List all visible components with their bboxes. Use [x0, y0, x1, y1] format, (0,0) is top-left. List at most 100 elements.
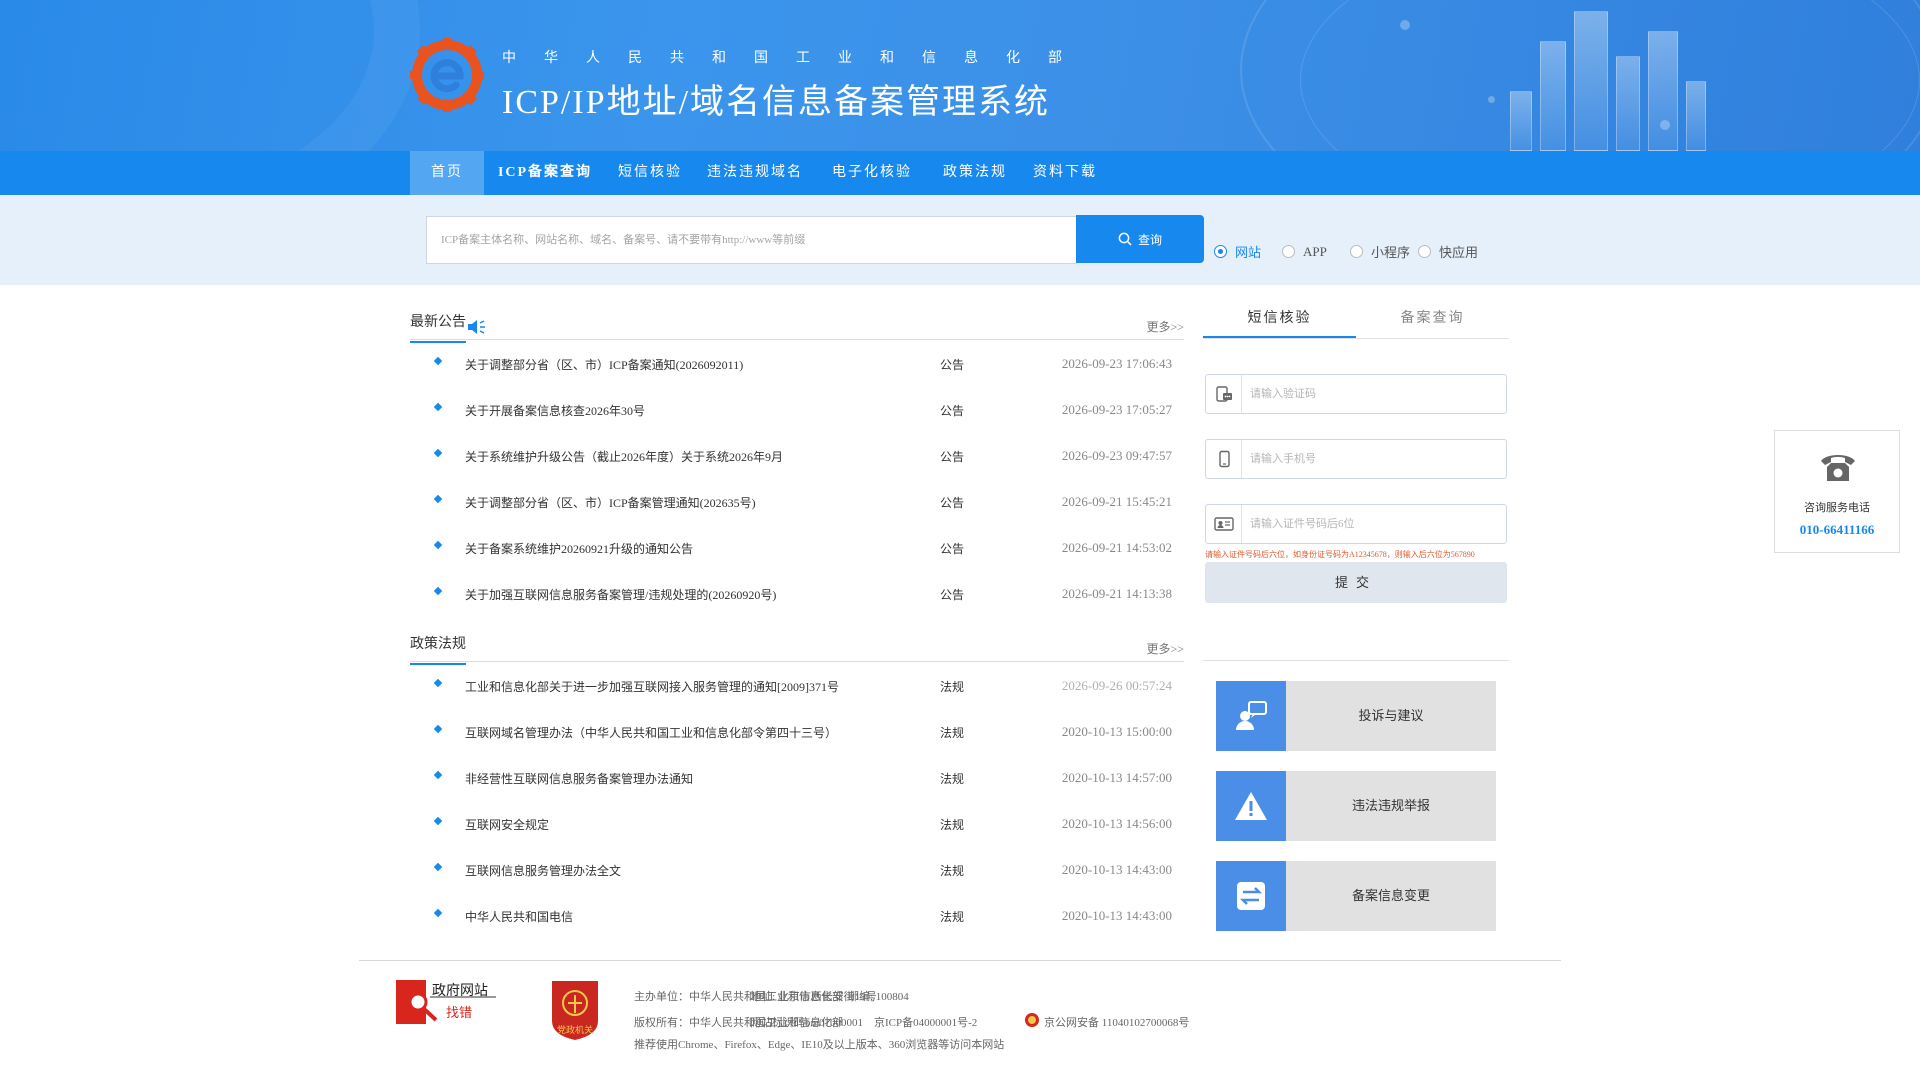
- radio-app[interactable]: APP: [1282, 242, 1350, 261]
- tab-sms-verify[interactable]: 短信核验: [1203, 300, 1356, 338]
- notice-row[interactable]: 关于系统维护升级公告（截止2026年度）关于系统2026年9月 公告 2026-09…: [410, 434, 1184, 480]
- notices-more-link[interactable]: 更多>>: [1146, 318, 1184, 335]
- site-logo-icon: [410, 38, 484, 112]
- policies-more-link[interactable]: 更多>>: [1146, 640, 1184, 657]
- nav-item-sms-verify[interactable]: 短信核验: [606, 151, 694, 195]
- bullet-icon: [433, 862, 443, 872]
- id-number-field[interactable]: [1205, 504, 1507, 544]
- header-subtitle: 中华人民共和国工业和信息化部: [502, 51, 1090, 66]
- bullet-icon: [433, 448, 443, 458]
- radio-circle-icon: [1350, 245, 1363, 258]
- footer-site-id: 网站标识码bm07000001: [750, 1017, 864, 1029]
- radio-circle-icon: [1214, 245, 1227, 258]
- radio-circle-icon: [1282, 245, 1295, 258]
- id-card-icon: [1206, 505, 1242, 543]
- submit-button[interactable]: 提交: [1205, 562, 1507, 603]
- bullet-icon: [433, 816, 443, 826]
- footer-police-link[interactable]: 京公网安备 11040102700068号: [1044, 1014, 1189, 1030]
- footer-icp-link[interactable]: 京ICP备04000001号-2: [874, 1014, 977, 1030]
- report-card[interactable]: 违法违规举报: [1216, 771, 1496, 841]
- radio-mini-program[interactable]: 小程序: [1350, 242, 1418, 261]
- notice-row[interactable]: 关于备案系统维护20260921升级的通知公告 公告 2026-09-21 14:5…: [410, 526, 1184, 572]
- feedback-icon: [1216, 681, 1286, 751]
- policies-header: 政策法规 更多>>: [410, 626, 1184, 665]
- search-button[interactable]: 查询: [1076, 215, 1204, 263]
- bullet-icon: [433, 356, 443, 366]
- change-card-label: 备案信息变更: [1351, 888, 1430, 903]
- sms-code-field[interactable]: [1205, 374, 1507, 414]
- banner-dot: [1488, 96, 1495, 103]
- notice-row[interactable]: 关于调整部分省（区、市）ICP备案通知(2026092011) 公告 2026-09…: [410, 342, 1184, 388]
- search-input[interactable]: ICP备案主体名称、网站名称、域名、备案号、请不要带有http://www等前缀: [426, 216, 1077, 264]
- notices-header: 最新公告 更多>>: [410, 304, 1184, 343]
- feedback-card-label: 投诉与建议: [1358, 708, 1424, 723]
- feedback-card[interactable]: 投诉与建议: [1216, 681, 1496, 751]
- id-number-hint: 请输入证件号码后六位，如身份证号码为A12345678，则输入后六位为56789…: [1205, 550, 1475, 559]
- notices-list: 关于调整部分省（区、市）ICP备案通知(2026092011) 公告 2026-09…: [410, 342, 1184, 618]
- party-gov-logo[interactable]: 党政机关: [548, 977, 602, 1041]
- bullet-icon: [433, 770, 443, 780]
- hotline-label: 咨询服务电话: [1804, 502, 1870, 514]
- mobile-phone-icon: [1206, 440, 1242, 478]
- policies-title: 政策法规: [410, 633, 466, 665]
- notice-row[interactable]: 关于开展备案信息核查2026年30号 公告 2026-09-23 17:05:27: [410, 388, 1184, 434]
- footer-browser-note: 推荐使用Chrome、Firefox、Edge、IE10及以上版本、360浏览器…: [634, 1039, 1005, 1051]
- nav-item-policy[interactable]: 政策法规: [928, 151, 1022, 195]
- search-icon: [1118, 232, 1132, 246]
- verify-tabs: 短信核验 备案查询: [1203, 300, 1509, 339]
- bullet-icon: [433, 724, 443, 734]
- policies-list: 工业和信息化部关于进一步加强互联网接入服务管理的通知[2009]371号 法规 20…: [410, 664, 1184, 940]
- telephone-icon: [1821, 455, 1855, 481]
- mobile-input[interactable]: [1250, 440, 1500, 478]
- bullet-icon: [433, 586, 443, 596]
- bullet-icon: [433, 540, 443, 550]
- banner-decoration: [0, 0, 420, 151]
- hotline-box[interactable]: 咨询服务电话 010-66411166: [1774, 430, 1900, 553]
- policy-row[interactable]: 工业和信息化部关于进一步加强互联网接入服务管理的通知[2009]371号 法规 20…: [410, 664, 1184, 710]
- police-badge-icon: [1025, 1013, 1039, 1027]
- policy-row[interactable]: 中华人民共和国电信 法规 2020-10-13 14:43:00: [410, 894, 1184, 940]
- notices-title: 最新公告: [410, 311, 466, 343]
- header-banner: 中华人民共和国工业和信息化部 ICP/IP地址/域名信息备案管理系统: [0, 0, 1920, 151]
- notice-row[interactable]: 关于加强互联网信息服务备案管理/违规处理的(20260920号) 公告 2026-0…: [410, 572, 1184, 618]
- nav-item-downloads[interactable]: 资料下载: [1022, 151, 1108, 195]
- bullet-icon: [433, 494, 443, 504]
- bullet-icon: [433, 402, 443, 412]
- report-card-label: 违法违规举报: [1351, 798, 1430, 813]
- sms-code-input[interactable]: [1250, 375, 1500, 413]
- transfer-icon: [1216, 861, 1286, 931]
- sms-code-icon: [1206, 375, 1242, 413]
- radio-quick-app[interactable]: 快应用: [1418, 242, 1486, 261]
- nav-item-illegal-domain[interactable]: 违法违规域名: [694, 151, 816, 195]
- city-skyline-decoration: [1470, 0, 1760, 151]
- warning-icon: [1216, 771, 1286, 841]
- notice-row[interactable]: 关于调整部分省（区、市）ICP备案管理通知(202635号) 公告 2026-09-…: [410, 480, 1184, 526]
- radio-circle-icon: [1418, 245, 1431, 258]
- main-nav: 首页 ICP备案查询 短信核验 违法违规域名 电子化核验 政策法规 资料下载: [0, 151, 1920, 195]
- bullet-icon: [433, 908, 443, 918]
- change-card[interactable]: 备案信息变更: [1216, 861, 1496, 931]
- mobile-field[interactable]: [1205, 439, 1507, 479]
- banner-dot: [1400, 20, 1410, 30]
- id-number-input[interactable]: [1250, 505, 1500, 543]
- nav-item-icp-query[interactable]: ICP备案查询: [484, 151, 606, 195]
- page-title: ICP/IP地址/域名信息备案管理系统: [502, 84, 1051, 121]
- policy-row[interactable]: 互联网信息服务管理办法全文 法规 2020-10-13 14:43:00: [410, 848, 1184, 894]
- banner-dot: [1660, 120, 1670, 130]
- gov-site-error-logo[interactable]: 政府网站 找错: [396, 980, 496, 1024]
- policy-row[interactable]: 互联网域名管理办法（中华人民共和国工业和信息化部令第四十三号） 法规 2020-10…: [410, 710, 1184, 756]
- search-button-label: 查询: [1137, 232, 1162, 247]
- hotline-number: 010-66411166: [1799, 522, 1875, 537]
- nav-item-home[interactable]: 首页: [410, 151, 484, 195]
- footer-divider: [359, 960, 1561, 961]
- radio-website[interactable]: 网站: [1214, 242, 1282, 261]
- bullet-icon: [433, 678, 443, 688]
- tab-record-query[interactable]: 备案查询: [1356, 300, 1509, 338]
- nav-item-e-verify[interactable]: 电子化核验: [816, 151, 928, 195]
- policy-row[interactable]: 非经营性互联网信息服务备案管理办法通知 法规 2020-10-13 14:57:00: [410, 756, 1184, 802]
- footer-postcode: 邮编: 100804: [848, 991, 909, 1003]
- search-type-radios: 网站 APP 小程序 快应用: [1214, 242, 1486, 261]
- panel-divider: [1203, 660, 1509, 661]
- policy-row[interactable]: 互联网安全规定 法规 2020-10-13 14:56:00: [410, 802, 1184, 848]
- speaker-icon: [468, 320, 485, 334]
